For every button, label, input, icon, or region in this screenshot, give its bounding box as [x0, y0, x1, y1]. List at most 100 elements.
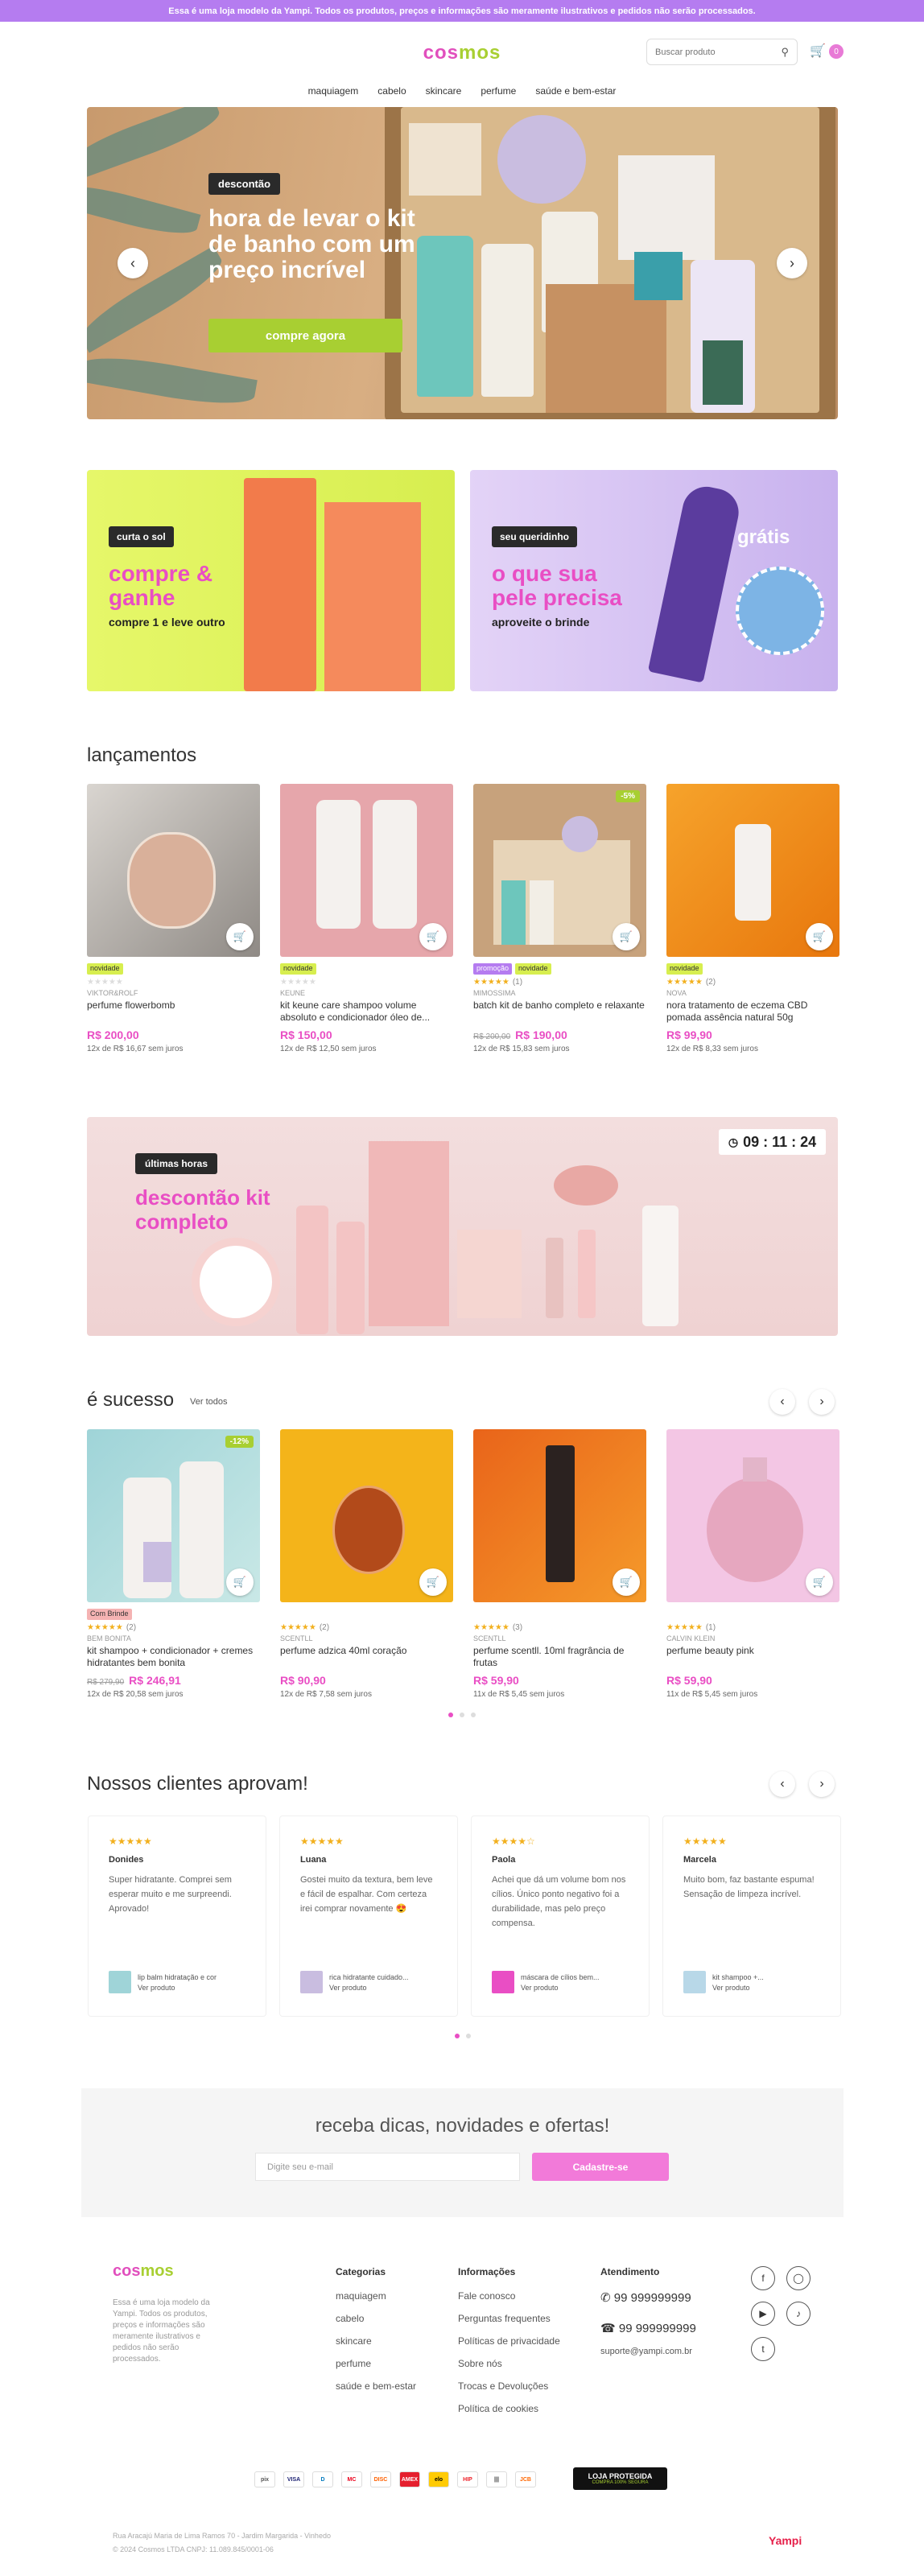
twitter-icon[interactable]: t [751, 2337, 775, 2361]
nav-item-perfume[interactable]: perfume [481, 85, 516, 97]
product-name[interactable]: perfume adzica 40ml coração [280, 1645, 453, 1669]
flash-sale-banner[interactable]: últimas horas descontão kit completo ◷ 09… [87, 1117, 838, 1336]
add-to-cart-icon[interactable]: 🛒 [419, 923, 447, 950]
product-image[interactable]: 🛒 [280, 784, 453, 957]
footer-phone[interactable]: 99 999999999 [619, 2322, 696, 2335]
footer-whatsapp[interactable]: 99 999999999 [614, 2291, 691, 2305]
footer-link[interactable]: saúde e bem-estar [336, 2380, 416, 2392]
product-card[interactable]: 🛒 novidade ★★★★★ (2) NOVA nora tratamento… [666, 784, 839, 1053]
footer-logo[interactable]: cosmos [113, 2262, 174, 2281]
product-name[interactable]: perfume scentll. 10ml fragrância de frut… [473, 1645, 646, 1669]
reviews-prev-arrow-icon[interactable]: ‹ [769, 1771, 795, 1797]
product-card[interactable]: 🛒 novidade ★★★★★ VIKTOR&ROLF perfume flo… [87, 784, 260, 1053]
nav-item-saude[interactable]: saúde e bem-estar [535, 85, 616, 97]
product-image[interactable]: 🛒 [473, 1429, 646, 1602]
product-card[interactable]: -12% 🛒 Com Brinde ★★★★★ (2) BEM BONITA ki… [87, 1429, 260, 1699]
newsletter-email-input[interactable]: Digite seu e-mail [255, 2153, 520, 2181]
hero-cta-button[interactable]: compre agora [208, 319, 402, 352]
add-to-cart-icon[interactable]: 🛒 [226, 923, 254, 950]
mastercard-icon: MC [341, 2471, 362, 2487]
view-product-link[interactable]: Ver produto [329, 1984, 409, 1992]
pix-icon: pix [254, 2471, 275, 2487]
add-to-cart-icon[interactable]: 🛒 [613, 923, 640, 950]
footer-link[interactable]: cabelo [336, 2313, 416, 2324]
promo-banner-sunscreen[interactable]: curta o sol compre & ganhe compre 1 e le… [87, 470, 455, 691]
product-card[interactable]: 🛒 novidade ★★★★★ KEUNE kit keune care sh… [280, 784, 453, 1053]
yampi-logo[interactable]: Yampi [769, 2534, 802, 2547]
product-thumbnail[interactable] [300, 1971, 323, 1993]
gift-pouch-image [736, 567, 824, 655]
see-all-link[interactable]: Ver todos [190, 1397, 227, 1407]
product-image[interactable]: 🛒 [87, 784, 260, 957]
search-input[interactable] [655, 47, 782, 57]
view-product-link[interactable]: Ver produto [138, 1984, 217, 1992]
footer-link[interactable]: Trocas e Devoluções [458, 2380, 560, 2392]
footer-link[interactable]: Políticas de privacidade [458, 2335, 560, 2347]
footer-link[interactable]: Fale conosco [458, 2290, 560, 2302]
add-to-cart-icon[interactable]: 🛒 [226, 1568, 254, 1596]
youtube-icon[interactable]: ▶ [751, 2302, 775, 2326]
amex-icon: AMEX [399, 2471, 420, 2487]
footer-email[interactable]: suporte@yampi.com.br [600, 2347, 696, 2356]
success-carousel-dots[interactable] [448, 1713, 476, 1717]
product-name[interactable]: perfume beauty pink [666, 1645, 839, 1669]
search-box[interactable]: ⚲ [646, 39, 798, 65]
product-card[interactable]: 🛒 ★★★★★ (2) SCENTLL perfume adzica 40ml c… [280, 1429, 453, 1699]
add-to-cart-icon[interactable]: 🛒 [806, 1568, 833, 1596]
nav-item-skincare[interactable]: skincare [426, 85, 462, 97]
product-thumbnail[interactable] [109, 1971, 131, 1993]
search-icon[interactable]: ⚲ [781, 46, 789, 59]
success-prev-arrow-icon[interactable]: ‹ [769, 1389, 795, 1415]
footer-copyright: © 2024 Cosmos LTDA CNPJ: 11.089.845/0001… [113, 2545, 274, 2553]
footer-link[interactable]: Perguntas frequentes [458, 2313, 560, 2324]
product-name[interactable]: batch kit de banho completo e relaxante [473, 999, 646, 1024]
product-image[interactable]: -5% 🛒 [473, 784, 646, 957]
instagram-icon[interactable]: ◯ [786, 2266, 811, 2290]
product-image[interactable]: 🛒 [280, 1429, 453, 1602]
product-name[interactable]: nora tratamento de eczema CBD pomada ass… [666, 999, 839, 1024]
cart-icon[interactable]: 🛒 [810, 43, 826, 59]
product-name[interactable]: perfume flowerbomb [87, 999, 260, 1024]
product-image[interactable]: 🛒 [666, 784, 839, 957]
footer-link[interactable]: Política de cookies [458, 2403, 560, 2414]
reviews-next-arrow-icon[interactable]: › [809, 1771, 835, 1797]
review-text: Gostei muito da textura, bem leve e fáci… [300, 1875, 433, 1914]
footer-link[interactable]: Sobre nós [458, 2358, 560, 2369]
product-image[interactable]: -12% 🛒 [87, 1429, 260, 1602]
hero-banner[interactable]: descontão hora de levar o kit de banho c… [87, 107, 838, 419]
reviewed-product: lip balm hidratação e cor [138, 1972, 217, 1981]
reviews-carousel-dots[interactable] [455, 2034, 471, 2038]
footer-link[interactable]: skincare [336, 2335, 416, 2347]
product-card[interactable]: 🛒 ★★★★★ (1) CALVIN KLEIN perfume beauty p… [666, 1429, 839, 1699]
badge-novidade: novidade [87, 963, 123, 975]
product-thumbnail[interactable] [683, 1971, 706, 1993]
footer-link[interactable]: perfume [336, 2358, 416, 2369]
facebook-icon[interactable]: f [751, 2266, 775, 2290]
footer-link[interactable]: maquiagem [336, 2290, 416, 2302]
nav-item-cabelo[interactable]: cabelo [377, 85, 406, 97]
add-to-cart-icon[interactable]: 🛒 [806, 923, 833, 950]
announcement-bar: Essa é uma loja modelo da Yampi. Todos o… [0, 0, 924, 22]
product-brand: KEUNE [280, 989, 306, 997]
promo-banner-skincare[interactable]: grátis seu queridinho o que sua pele pre… [470, 470, 838, 691]
old-price: R$ 279,90 [87, 1678, 125, 1687]
tiktok-icon[interactable]: ♪ [786, 2302, 811, 2326]
hero-next-arrow-icon[interactable]: › [777, 248, 807, 278]
add-to-cart-icon[interactable]: 🛒 [419, 1568, 447, 1596]
view-product-link[interactable]: Ver produto [712, 1984, 764, 1992]
hero-prev-arrow-icon[interactable]: ‹ [118, 248, 148, 278]
product-card[interactable]: 🛒 ★★★★★ (3) SCENTLL perfume scentll. 10ml… [473, 1429, 646, 1699]
product-name[interactable]: kit shampoo + condicionador + cremes hid… [87, 1645, 260, 1669]
newsletter-submit-button[interactable]: Cadastre-se [532, 2153, 669, 2181]
view-product-link[interactable]: Ver produto [521, 1984, 600, 1992]
product-thumbnail[interactable] [492, 1971, 514, 1993]
add-to-cart-icon[interactable]: 🛒 [613, 1568, 640, 1596]
promo-subtitle: compre 1 e leve outro [109, 616, 225, 629]
reviewer-name: Paola [492, 1855, 516, 1865]
product-name[interactable]: kit keune care shampoo volume absoluto e… [280, 999, 453, 1024]
boleto-icon: ||| [486, 2471, 507, 2487]
nav-item-maquiagem[interactable]: maquiagem [308, 85, 359, 97]
product-image[interactable]: 🛒 [666, 1429, 839, 1602]
success-next-arrow-icon[interactable]: › [809, 1389, 835, 1415]
product-card[interactable]: -5% 🛒 promoção novidade ★★★★★ (1) MIMOSSIM… [473, 784, 646, 1053]
